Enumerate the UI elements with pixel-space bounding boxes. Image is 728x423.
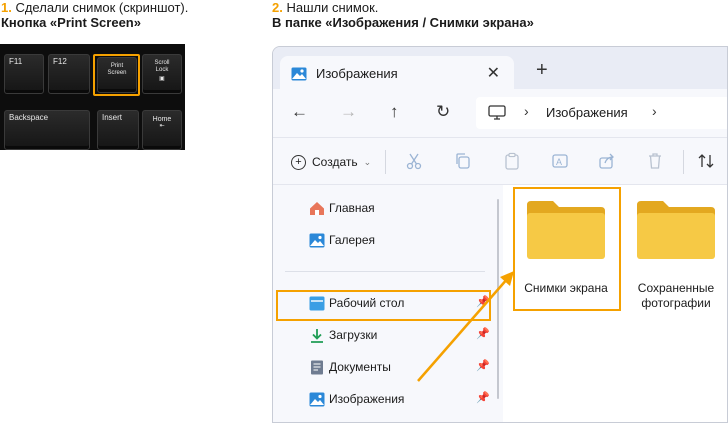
pin-icon[interactable]: 📌 xyxy=(476,327,490,340)
sidebar-item-label: Документы xyxy=(329,360,391,374)
sidebar-item-downloads[interactable]: Загрузки 📌 xyxy=(273,320,495,350)
sidebar-item-label: Галерея xyxy=(329,233,376,247)
chevron-down-icon: ⌄ xyxy=(363,156,372,167)
rename-icon[interactable]: A xyxy=(551,152,569,170)
key-f11: F11 xyxy=(4,54,44,94)
tab-title: Изображения xyxy=(316,66,398,81)
up-arrow-icon[interactable]: ↑ xyxy=(390,102,399,122)
delete-icon[interactable] xyxy=(646,152,664,170)
toolbar-divider xyxy=(385,150,386,174)
paste-icon[interactable] xyxy=(503,152,521,170)
cut-icon[interactable] xyxy=(405,152,423,170)
svg-text:A: A xyxy=(556,157,562,167)
sidebar-item-home[interactable]: Главная xyxy=(273,193,495,223)
step-1-caption: 1. Сделали снимок (скриншот). Кнопка «Pr… xyxy=(1,0,188,30)
sidebar-scrollbar[interactable] xyxy=(497,199,499,399)
folder-icon xyxy=(637,201,715,259)
key-backspace: Backspace xyxy=(4,110,90,150)
navigation-bar: ← → ↑ ↻ › Изображения › xyxy=(273,89,727,137)
breadcrumb-pictures[interactable]: Изображения xyxy=(546,105,628,120)
key-home: Home ⇤ xyxy=(142,110,182,150)
sidebar-item-label: Изображения xyxy=(329,392,405,406)
sidebar-item-gallery[interactable]: Галерея xyxy=(273,225,495,255)
step-1-title: Кнопка «Print Screen» xyxy=(1,15,141,30)
sidebar-item-label: Главная xyxy=(329,201,375,215)
close-tab-icon[interactable]: ✕ xyxy=(487,63,500,83)
sidebar-item-documents[interactable]: Документы 📌 xyxy=(273,352,495,382)
tab-pictures[interactable]: Изображения ✕ xyxy=(280,56,514,89)
pictures-icon xyxy=(291,67,307,81)
create-button[interactable]: + Создать ⌄ xyxy=(291,151,371,173)
home-icon xyxy=(310,202,324,215)
new-tab-button[interactable]: + xyxy=(536,59,548,82)
sidebar-divider xyxy=(285,271,485,272)
print-screen-highlight xyxy=(93,54,140,96)
pin-icon[interactable]: 📌 xyxy=(476,391,490,404)
sidebar-item-pictures[interactable]: Изображения 📌 xyxy=(273,384,495,414)
folder-name: Сохраненные фотографии xyxy=(637,281,715,310)
forward-arrow-icon[interactable]: → xyxy=(340,102,357,122)
create-label: Создать xyxy=(312,155,358,169)
command-bar: + Создать ⌄ A xyxy=(273,137,727,185)
sidebar-item-label: Загрузки xyxy=(329,328,378,342)
back-arrow-icon[interactable]: ← xyxy=(291,102,308,122)
step-2-caption: 2. Нашли снимок. В папке «Изображения / … xyxy=(272,0,534,30)
screenshots-folder-highlight xyxy=(513,187,621,311)
breadcrumb-separator: › xyxy=(524,103,529,119)
plus-icon: + xyxy=(291,154,306,170)
sort-icon[interactable] xyxy=(697,152,715,170)
tab-bar: Изображения ✕ + xyxy=(273,47,727,89)
download-icon xyxy=(311,329,323,343)
key-insert: Insert xyxy=(97,110,139,150)
document-icon xyxy=(311,360,323,375)
step-1-number: 1. xyxy=(1,0,12,15)
key-scroll-lock: Scroll Lock ▣ xyxy=(142,54,182,94)
breadcrumb-chevron-icon[interactable]: › xyxy=(652,103,657,119)
step-2-title: В папке «Изображения / Снимки экрана» xyxy=(272,15,534,30)
pictures-icon xyxy=(309,392,325,407)
keyboard-photo: F11 F12 Print Screen Scroll Lock ▣ Backs… xyxy=(0,44,185,150)
gallery-icon xyxy=(309,233,325,248)
copy-icon[interactable] xyxy=(454,152,472,170)
pictures-highlight xyxy=(276,290,491,321)
refresh-icon[interactable]: ↻ xyxy=(436,102,450,122)
folder-saved-photos[interactable]: Сохраненные фотографии xyxy=(625,191,727,310)
step-1-text: Сделали снимок (скриншот). xyxy=(11,0,189,15)
file-explorer-window: Изображения ✕ + ← → ↑ ↻ › Изображения › … xyxy=(272,46,728,423)
pin-icon[interactable]: 📌 xyxy=(476,359,490,372)
address-bar[interactable]: › Изображения › xyxy=(476,97,727,129)
step-2-text: Нашли снимок. xyxy=(282,0,379,15)
key-f12: F12 xyxy=(48,54,90,94)
monitor-icon xyxy=(488,105,506,120)
share-icon[interactable] xyxy=(598,152,616,170)
step-2-number: 2. xyxy=(272,0,283,15)
toolbar-divider xyxy=(683,150,684,174)
